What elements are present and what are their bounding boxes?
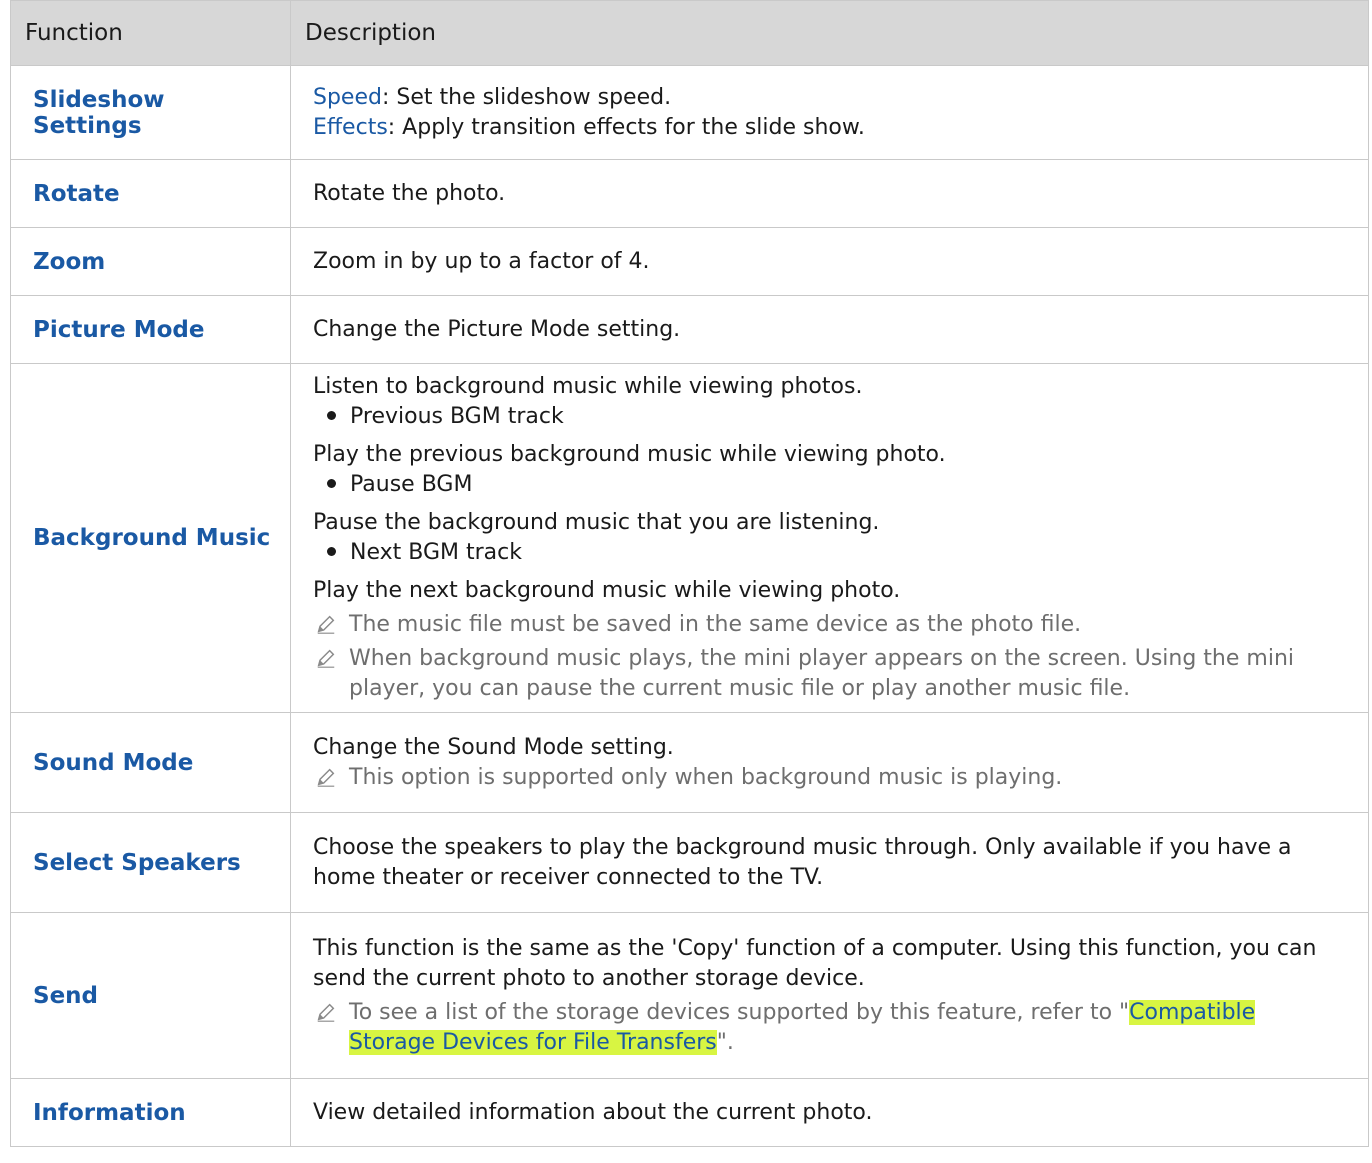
functions-table: Function Description Slideshow Settings … [10,0,1369,1147]
function-name: Slideshow Settings [10,65,291,160]
note-text: This option is supported only when backg… [349,764,1063,790]
table-row-information: Information View detailed information ab… [10,1078,1369,1147]
note-text-suffix: ". [716,1029,734,1055]
bullet-item: Previous BGM track [313,402,1348,432]
table-row-background-music: Background Music Listen to background mu… [10,363,1369,713]
note-text: The music file must be saved in the same… [349,612,1082,637]
bullet-dot-icon [327,478,336,488]
function-description: Choose the speakers to play the backgrou… [290,812,1369,913]
speed-keyword: Speed [313,84,382,110]
bullet-label: Previous BGM track [350,404,564,429]
table-row-slideshow-settings: Slideshow Settings Speed: Set the slides… [10,65,1369,160]
function-name: Background Music [10,363,291,713]
pencil-icon [317,1003,335,1022]
table-row-zoom: Zoom Zoom in by up to a factor of 4. [10,227,1369,296]
note-text-prefix: To see a list of the storage devices sup… [349,999,1130,1025]
function-description: This function is the same as the 'Copy' … [290,912,1369,1079]
effects-keyword: Effects [313,114,388,140]
speed-text: : Set the slideshow speed. [381,84,672,110]
table-row-picture-mode: Picture Mode Change the Picture Mode set… [10,295,1369,364]
note: When background music plays, the mini pl… [313,644,1348,704]
function-description: View detailed information about the curr… [290,1078,1369,1147]
bullet-description: Pause the background music that you are … [313,510,880,535]
function-name: Information [10,1078,291,1147]
function-description: Zoom in by up to a factor of 4. [290,227,1369,296]
bullet-description: Play the previous background music while… [313,442,946,467]
bullet-dot-icon [327,410,336,420]
function-name: Select Speakers [10,812,291,913]
function-name: Rotate [10,159,291,228]
bullet-description: Play the next background music while vie… [313,578,901,603]
pencil-icon [317,649,335,668]
function-description: Rotate the photo. [290,159,1369,228]
pencil-icon [317,615,335,634]
description-text: Change the Sound Mode setting. [313,734,674,760]
function-name: Zoom [10,227,291,296]
table-row-sound-mode: Sound Mode Change the Sound Mode setting… [10,712,1369,813]
note-text: When background music plays, the mini pl… [349,646,1295,701]
bullet-dot-icon [327,546,336,556]
function-column-header: Function [10,0,291,66]
function-name: Sound Mode [10,712,291,813]
function-name: Send [10,912,291,1079]
bullet-item: Next BGM track [313,538,1348,568]
bullet-item: Pause BGM [313,470,1348,500]
table-row-rotate: Rotate Rotate the photo. [10,159,1369,228]
bgm-intro: Listen to background music while viewing… [313,374,863,399]
function-name: Picture Mode [10,295,291,364]
description-column-header: Description [290,0,1369,66]
description-text: This function is the same as the 'Copy' … [313,935,1317,991]
note: The music file must be saved in the same… [313,610,1348,640]
pencil-icon [317,768,335,787]
table-row-send: Send This function is the same as the 'C… [10,912,1369,1079]
function-description: Listen to background music while viewing… [290,363,1369,713]
function-description: Speed: Set the slideshow speed. Effects:… [290,65,1369,160]
effects-text: : Apply transition effects for the slide… [387,114,865,140]
bullet-label: Next BGM track [350,540,522,565]
function-description: Change the Picture Mode setting. [290,295,1369,364]
note: This option is supported only when backg… [313,763,1348,793]
note: To see a list of the storage devices sup… [313,998,1348,1058]
function-description: Change the Sound Mode setting. This opti… [290,712,1369,813]
table-row-select-speakers: Select Speakers Choose the speakers to p… [10,812,1369,913]
bullet-label: Pause BGM [350,472,473,497]
header-row: Function Description [10,0,1369,66]
